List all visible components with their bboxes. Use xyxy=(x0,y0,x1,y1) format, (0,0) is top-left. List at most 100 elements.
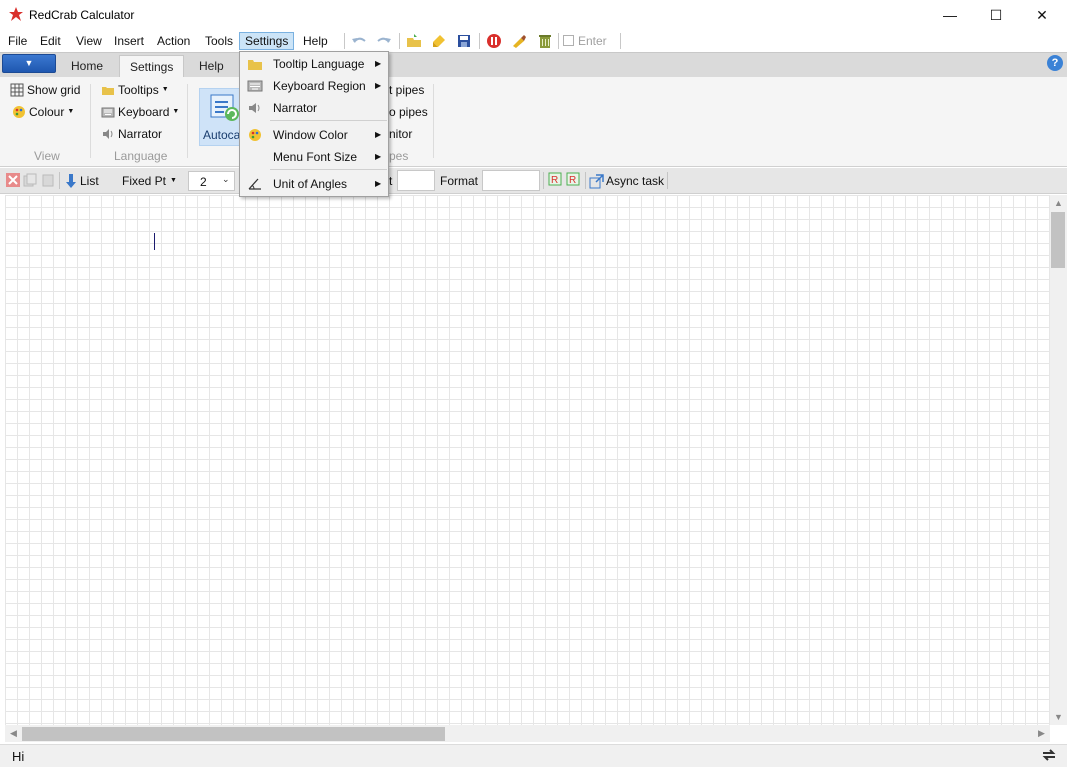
format-input[interactable] xyxy=(482,170,540,191)
trash-icon[interactable] xyxy=(536,33,554,49)
menuitem-unit-of-angles-label: Unit of Angles xyxy=(273,177,348,191)
open-folder-icon[interactable] xyxy=(405,33,423,49)
scroll-left-icon[interactable]: ◀ xyxy=(10,728,17,739)
chevron-down-icon: ⌄ xyxy=(222,174,230,184)
menu-separator xyxy=(270,169,387,170)
redo-icon[interactable] xyxy=(375,33,393,49)
chevron-right-icon: ▶ xyxy=(375,59,382,68)
menu-help[interactable]: Help xyxy=(298,32,333,50)
pipes-item-1[interactable]: t pipes xyxy=(389,81,424,99)
menu-edit[interactable]: Edit xyxy=(35,32,66,50)
menuitem-narrator-label: Narrator xyxy=(273,101,318,115)
svg-text:R: R xyxy=(569,175,576,186)
recalc-icon[interactable]: R xyxy=(548,172,563,187)
stop-icon[interactable] xyxy=(485,33,503,49)
formatbar-separator xyxy=(59,172,60,189)
scroll-up-icon[interactable]: ▲ xyxy=(1054,198,1063,208)
menuitem-tooltip-language-label: Tooltip Language xyxy=(273,57,365,71)
chevron-down-icon: ▼ xyxy=(172,108,180,115)
ribbon-separator xyxy=(187,84,188,158)
pipes-item-2[interactable]: o pipes xyxy=(389,103,428,121)
enter-icon xyxy=(563,35,574,46)
scroll-down-icon[interactable]: ▼ xyxy=(1054,712,1063,722)
tab-settings[interactable]: Settings xyxy=(119,55,185,78)
formatbar-separator xyxy=(667,172,668,189)
close-button[interactable]: ✕ xyxy=(1019,0,1065,30)
scroll-right-icon[interactable]: ▶ xyxy=(1038,728,1045,739)
chevron-down-icon: ▼ xyxy=(170,177,177,184)
chevron-right-icon: ▶ xyxy=(375,81,382,90)
palette-icon xyxy=(249,129,261,141)
tooltips-dropdown[interactable]: Tooltips ▼ xyxy=(101,81,169,99)
colour-label: Colour xyxy=(29,105,65,119)
enter-button[interactable]: Enter xyxy=(563,32,607,50)
list-label: List xyxy=(80,174,99,188)
tab-help[interactable]: Help xyxy=(189,55,234,77)
partial-input[interactable] xyxy=(397,170,435,191)
copy-icon[interactable] xyxy=(23,173,37,187)
tooltips-label: Tooltips xyxy=(118,83,159,97)
number-format-dropdown[interactable]: Fixed Pt ▼ xyxy=(122,173,177,189)
palette-icon xyxy=(13,106,25,118)
undo-icon[interactable] xyxy=(350,33,368,49)
maximize-button[interactable]: ☐ xyxy=(973,0,1019,30)
list-button[interactable]: List xyxy=(65,173,99,189)
colour-dropdown[interactable]: Colour ▼ xyxy=(12,103,74,121)
menu-separator xyxy=(270,120,387,121)
toolbar-separator xyxy=(344,33,345,49)
toolbar-separator xyxy=(479,33,480,49)
menu-file[interactable]: File xyxy=(3,32,32,50)
minimize-button[interactable]: — xyxy=(927,0,973,30)
format-partial-label: t xyxy=(389,174,393,188)
recalc-all-icon[interactable]: R xyxy=(566,172,581,187)
format-label: Format xyxy=(440,174,479,188)
application-menu-button[interactable]: ▼ xyxy=(2,54,56,73)
vertical-scrollbar-thumb[interactable] xyxy=(1051,212,1065,268)
text-cursor xyxy=(154,233,155,250)
narrator-label: Narrator xyxy=(118,127,163,141)
save-icon[interactable] xyxy=(455,33,473,49)
monitor-item[interactable]: nitor xyxy=(389,125,412,143)
menu-tools[interactable]: Tools xyxy=(200,32,238,50)
toolbar-separator xyxy=(558,33,559,49)
vertical-scrollbar[interactable] xyxy=(1050,195,1067,725)
chevron-down-icon: ▼ xyxy=(161,86,169,93)
ribbon-separator xyxy=(90,84,91,158)
angle-icon xyxy=(248,178,261,190)
narrator-button[interactable]: Narrator xyxy=(101,125,162,143)
async-task-button[interactable]: Async task xyxy=(589,173,664,189)
menu-settings[interactable]: Settings xyxy=(239,32,295,50)
show-grid-label: Show grid xyxy=(27,83,81,97)
menu-view[interactable]: View xyxy=(71,32,107,50)
help-icon[interactable]: ? xyxy=(1047,55,1063,71)
autocalc-icon xyxy=(210,94,239,121)
sync-icon[interactable] xyxy=(1041,747,1057,763)
group-label-pipes: pes xyxy=(389,149,409,163)
async-task-label: Async task xyxy=(606,174,665,188)
worksheet-canvas[interactable] xyxy=(5,195,1050,725)
status-text: Hi xyxy=(12,749,25,764)
decimals-value: 2 xyxy=(200,175,207,189)
ribbon-separator xyxy=(433,84,434,158)
folder-icon xyxy=(102,87,114,95)
grid-icon xyxy=(10,83,24,97)
svg-text:R: R xyxy=(551,175,558,186)
keyboard-label: Keyboard xyxy=(118,105,170,119)
menuitem-keyboard-region-label: Keyboard Region xyxy=(273,79,366,93)
delete-icon[interactable] xyxy=(6,173,20,187)
menuitem-window-color-label: Window Color xyxy=(273,128,348,142)
show-grid-button[interactable]: Show grid xyxy=(10,81,80,99)
external-link-icon xyxy=(589,173,604,188)
horizontal-scrollbar-thumb[interactable] xyxy=(22,727,445,741)
keyboard-icon xyxy=(247,80,263,92)
group-label-language: Language xyxy=(114,149,168,163)
autocalc-label: Autoca xyxy=(203,128,241,142)
menu-insert[interactable]: Insert xyxy=(109,32,149,50)
clear-icon[interactable] xyxy=(510,33,528,49)
tab-home[interactable]: Home xyxy=(61,55,113,77)
new-file-icon[interactable] xyxy=(430,33,448,49)
menu-action[interactable]: Action xyxy=(152,32,195,50)
keyboard-dropdown[interactable]: Keyboard ▼ xyxy=(101,103,179,121)
redcrab-logo-icon xyxy=(9,7,23,21)
paste-icon[interactable] xyxy=(41,173,55,187)
